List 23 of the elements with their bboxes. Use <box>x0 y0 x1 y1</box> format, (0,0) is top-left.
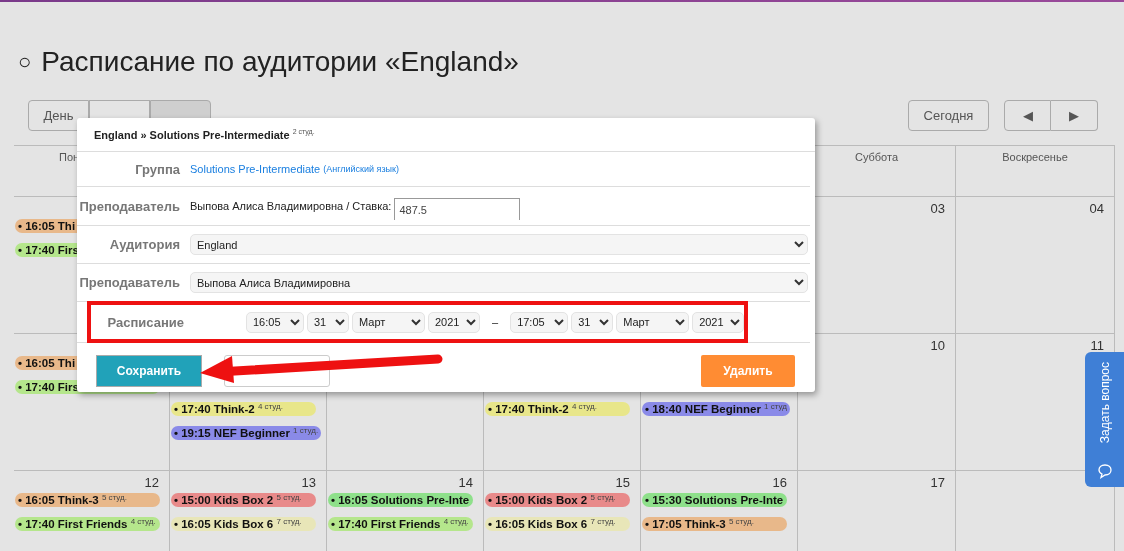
day-number: 03 <box>930 200 945 216</box>
day-number: 15 <box>615 474 630 490</box>
weekday-header: Воскресенье <box>1002 151 1068 163</box>
day-number: 11 <box>1090 337 1104 353</box>
title-bullet: ○ <box>18 49 32 75</box>
day-number: 16 <box>772 474 787 490</box>
field-label: Преподаватель <box>78 198 181 214</box>
dialog-title: England » Solutions Pre-Intermediate $^{2 студ.}$ <box>94 128 315 141</box>
field-label: Группа <box>134 161 181 177</box>
day-number: 12 <box>144 474 159 490</box>
day-number: 10 <box>930 337 945 353</box>
field-label: Расписание <box>106 314 184 330</box>
page-title: Расписание по аудитории «England» <box>41 46 519 78</box>
teacher-rate-text: Выпова Алиса Владимировна / Ставка: <box>190 200 392 212</box>
day-number: 13 <box>301 474 316 490</box>
day-number: 04 <box>1089 200 1104 216</box>
range-dash: – <box>492 316 499 328</box>
field-label: Аудитория <box>108 237 181 252</box>
weekday-header: Суббота <box>854 151 899 163</box>
day-number: 17 <box>930 474 945 490</box>
field-label: Преподаватель <box>78 275 181 290</box>
day-number: 14 <box>458 474 473 490</box>
language-note: (Английский язык) <box>323 164 399 174</box>
